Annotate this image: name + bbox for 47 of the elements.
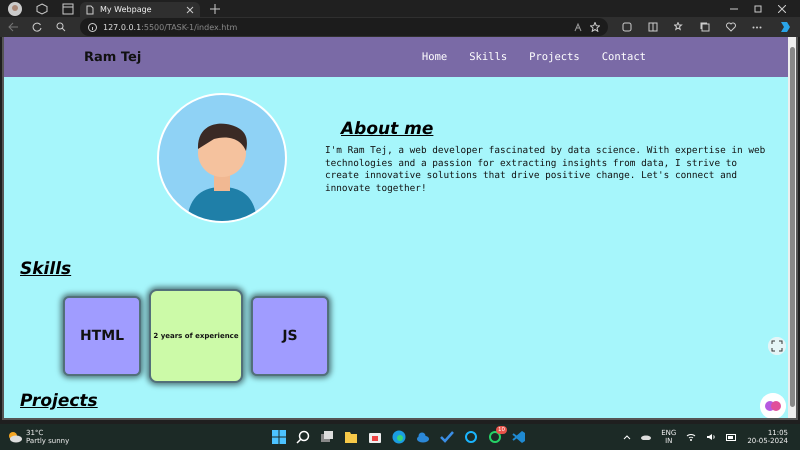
ring-icon[interactable] xyxy=(464,430,478,444)
close-icon[interactable] xyxy=(778,4,786,12)
extensions-icon[interactable] xyxy=(622,22,632,32)
new-tab-icon[interactable] xyxy=(210,4,220,14)
battery-icon[interactable] xyxy=(726,434,738,440)
close-icon[interactable] xyxy=(186,6,194,14)
page-icon xyxy=(86,4,94,14)
collections-icon[interactable] xyxy=(700,22,710,32)
reload-icon[interactable] xyxy=(32,22,42,32)
favorites-icon[interactable] xyxy=(674,22,684,32)
star-icon[interactable] xyxy=(590,22,600,32)
site-brand: Ram Tej xyxy=(84,50,142,64)
nav-link[interactable]: Skills xyxy=(469,51,508,63)
windows-icon[interactable] xyxy=(272,430,286,444)
about-paragraph: I'm Ram Tej, a web developer fascinated by data science. With expertise in web technologies and a passion for extracting insights from data, I strive to create innovative solutions that drive positive change. Let's connect and innovate together! xyxy=(325,145,766,195)
folder-icon[interactable] xyxy=(344,430,358,444)
skill-card[interactable]: HTML xyxy=(63,296,141,376)
section-heading: Projects xyxy=(20,391,98,411)
checkmark-icon[interactable] xyxy=(440,430,454,444)
split-screen-icon[interactable] xyxy=(648,22,658,32)
heart-icon[interactable] xyxy=(726,22,736,32)
tabs-icon[interactable] xyxy=(62,2,74,14)
restore-icon[interactable] xyxy=(754,4,762,12)
wifi-icon[interactable] xyxy=(686,433,696,441)
info-icon[interactable] xyxy=(88,22,97,32)
nav-link[interactable]: Home xyxy=(422,51,448,63)
cloud-icon[interactable] xyxy=(641,434,652,440)
skill-card[interactable]: JS xyxy=(251,296,329,376)
nav-link[interactable]: Projects xyxy=(529,51,580,63)
back-arrow-icon[interactable] xyxy=(8,22,18,32)
speaker-icon[interactable] xyxy=(706,433,716,441)
face-scan-icon[interactable] xyxy=(768,337,786,355)
section-heading: About me xyxy=(341,119,434,139)
browser-tab[interactable]: My Webpage xyxy=(80,2,200,17)
weather-icon[interactable] xyxy=(8,431,22,443)
scrollbar[interactable] xyxy=(788,37,796,418)
task-view-icon[interactable] xyxy=(320,430,334,444)
chevron-up-icon[interactable] xyxy=(623,434,632,440)
more-icon[interactable] xyxy=(752,26,762,28)
address-bar[interactable]: 127.0.0.1:5500/TASK-1/index.htm xyxy=(80,18,608,36)
code-editor-icon[interactable] xyxy=(512,430,526,444)
search-icon[interactable] xyxy=(296,430,310,444)
nav-link[interactable]: Contact xyxy=(602,51,646,63)
read-aloud-icon[interactable] xyxy=(574,22,584,32)
profile-icon[interactable] xyxy=(8,2,22,16)
search-icon[interactable] xyxy=(56,22,66,32)
section-heading: Skills xyxy=(20,259,72,279)
